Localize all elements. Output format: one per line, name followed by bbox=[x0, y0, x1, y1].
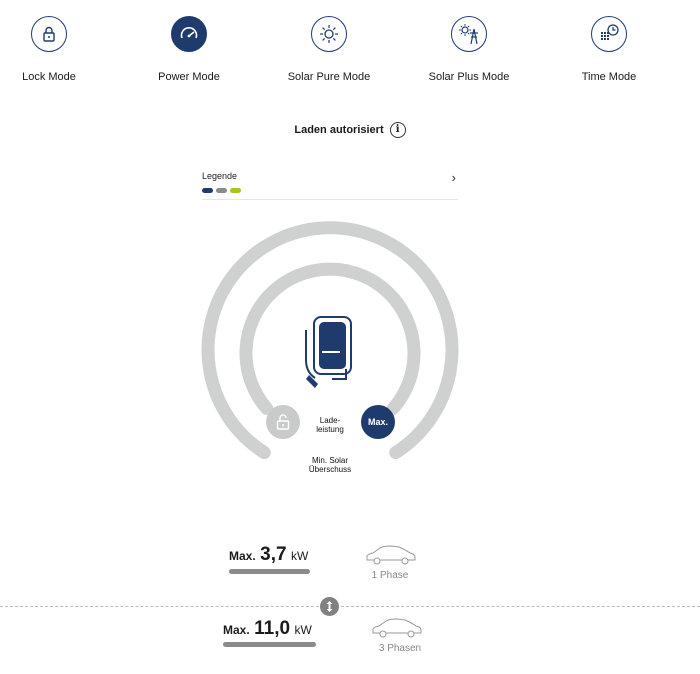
sun-grid-icon bbox=[459, 24, 478, 45]
max-number: 11,0 bbox=[254, 618, 291, 639]
phase-label: 3 Phasen bbox=[378, 643, 422, 654]
max-power-value: Max. 11,0 kW bbox=[223, 618, 312, 640]
min-lock-handle[interactable] bbox=[266, 405, 300, 439]
calendar-clock-icon bbox=[601, 24, 619, 40]
legend-label: Legende bbox=[202, 171, 238, 181]
car-icon bbox=[372, 618, 422, 638]
max-power-value: Max. 3,7 kW bbox=[229, 544, 308, 566]
wallbox-icon bbox=[305, 316, 352, 388]
max-unit: kW bbox=[294, 623, 312, 637]
mode-selector: Lock Mode Power Mode Solar Pure Mode Sol… bbox=[0, 0, 700, 100]
max-unit: kW bbox=[291, 549, 309, 563]
inner-ring bbox=[239, 262, 421, 415]
chevron-right-icon: › bbox=[451, 170, 456, 185]
mode-solar-plus[interactable]: Solar Plus Mode bbox=[399, 16, 539, 83]
phase-switch-toggle[interactable] bbox=[320, 597, 339, 616]
power-mode-circle bbox=[171, 16, 207, 52]
power-bar bbox=[223, 642, 316, 647]
center-label: Lade- leistung bbox=[296, 416, 364, 434]
mode-label: Solar Pure Mode bbox=[287, 71, 371, 83]
mode-label: Power Mode bbox=[158, 71, 220, 83]
legend-row[interactable]: Legende › bbox=[202, 166, 458, 200]
mode-label: Lock Mode bbox=[22, 71, 76, 83]
solar-plus-mode-circle bbox=[451, 16, 487, 52]
phase-label: 1 Phase bbox=[371, 570, 409, 581]
legend-dot-gray bbox=[216, 188, 227, 193]
status-label: Laden autorisiert bbox=[294, 123, 384, 136]
legend-dot-green bbox=[230, 188, 241, 193]
mode-label: Solar Plus Mode bbox=[428, 71, 510, 83]
solar-pure-mode-circle bbox=[311, 16, 347, 52]
max-handle-button[interactable]: Max. bbox=[361, 405, 395, 439]
legend-dot-blue bbox=[202, 188, 213, 193]
max-prefix: Max. bbox=[223, 623, 250, 637]
car-icon bbox=[366, 545, 416, 565]
min-solar-line1: Min. Solar bbox=[311, 456, 348, 465]
mode-label: Time Mode bbox=[581, 71, 637, 83]
lock-icon bbox=[43, 26, 55, 42]
legend-colors bbox=[202, 188, 241, 193]
speedometer-icon bbox=[180, 27, 198, 39]
sun-icon bbox=[320, 25, 338, 43]
switch-arrows-icon bbox=[326, 601, 333, 612]
power-bar bbox=[229, 569, 310, 574]
lock-mode-circle bbox=[31, 16, 67, 52]
max-prefix: Max. bbox=[229, 549, 256, 563]
info-icon[interactable]: i bbox=[389, 122, 406, 138]
unlock-icon bbox=[276, 414, 290, 430]
options-divider bbox=[0, 606, 700, 607]
charging-status: Laden autorisiert i bbox=[0, 122, 700, 138]
time-mode-circle bbox=[591, 16, 627, 52]
mode-solar-pure[interactable]: Solar Pure Mode bbox=[259, 16, 399, 83]
min-solar-line2: Überschuss bbox=[308, 465, 352, 474]
center-label-line1: Lade- bbox=[319, 416, 341, 425]
mode-time[interactable]: Time Mode bbox=[539, 16, 679, 83]
mode-lock[interactable]: Lock Mode bbox=[0, 16, 119, 83]
mode-power[interactable]: Power Mode bbox=[119, 16, 259, 83]
min-solar-label: Min. Solar Überschuss bbox=[290, 456, 370, 474]
center-label-line2: leistung bbox=[316, 425, 344, 434]
max-number: 3,7 bbox=[260, 544, 287, 565]
